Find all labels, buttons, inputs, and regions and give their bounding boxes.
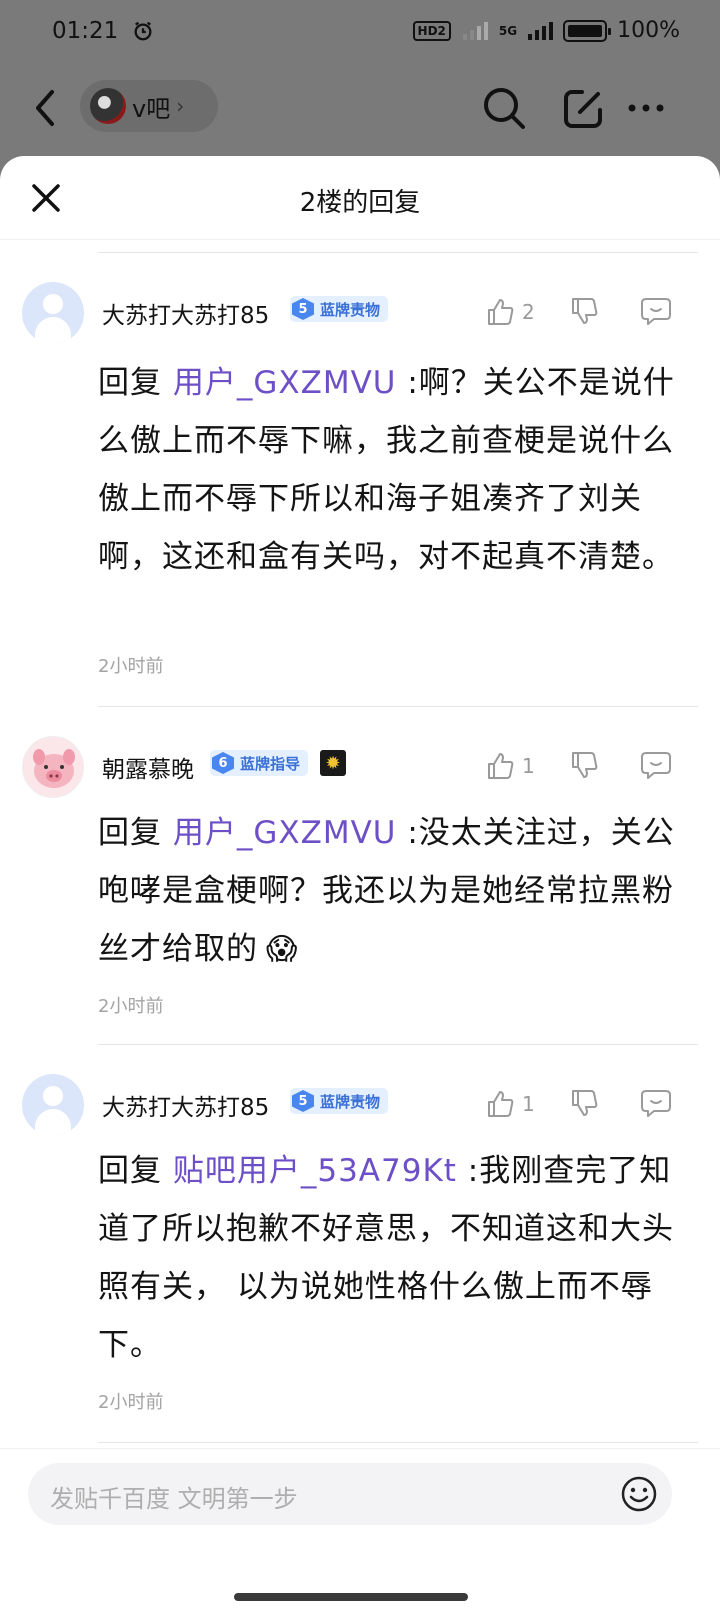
mention-link[interactable]: 用户_GXZMVU (173, 815, 397, 851)
divider (98, 1442, 698, 1443)
timestamp: 2小时前 (98, 996, 164, 1017)
divider (98, 1044, 698, 1045)
sheet-header: 2楼的回复 (0, 156, 720, 240)
chevron-right-icon: › (176, 94, 185, 118)
composer-bar: 发贴千百度 文明第一步 (0, 1448, 720, 1612)
signal-5g-icon (528, 21, 554, 40)
replies-sheet: 2楼的回复 大苏打大苏打85 5 蓝牌责物 2 回复 用户_GXZMVU :啊？… (0, 156, 720, 1612)
reply-input[interactable]: 发贴千百度 文明第一步 (28, 1463, 672, 1525)
like-count: 2 (522, 300, 535, 324)
forum-avatar (90, 88, 126, 124)
level-badge: 6 蓝牌指导 (210, 750, 309, 776)
avatar[interactable] (22, 1074, 84, 1136)
alarm-icon (134, 21, 152, 41)
forum-chip[interactable]: v吧 › (80, 80, 218, 132)
reply-content: 回复 用户_GXZMVU :啊？关公不是说什么傲上而不辱下嘛，我之前查梗是说什么… (98, 354, 688, 642)
edit-icon[interactable] (560, 84, 608, 132)
mention-link[interactable]: 用户_GXZMVU (173, 365, 397, 401)
network-label: 5G (498, 23, 518, 38)
signal-icon (462, 21, 488, 40)
sheet-title: 2楼的回复 (299, 188, 421, 218)
timestamp: 2小时前 (98, 656, 164, 677)
reply-prefix: 回复 (98, 1153, 173, 1189)
medal-icon: ✹ (320, 750, 346, 776)
reply-prefix: 回复 (98, 815, 173, 851)
badge-level: 5 (292, 1090, 314, 1112)
reply-content: 回复 贴吧用户_53A79Kt :我刚查完了知道了所以抱歉不好意思，不知道这和大… (98, 1142, 688, 1374)
thumb-down-icon[interactable] (570, 296, 600, 326)
badge-label: 蓝牌指导 (240, 754, 301, 773)
battery-percent: 100% (617, 18, 680, 43)
search-icon[interactable] (480, 84, 528, 132)
like-count: 1 (522, 1092, 535, 1116)
pig-avatar-icon (33, 749, 75, 788)
mention-link[interactable]: 贴吧用户_53A79Kt (173, 1153, 457, 1189)
scared-emoji-icon: 😱 (266, 932, 299, 967)
timestamp: 2小时前 (98, 1392, 164, 1413)
like-button[interactable]: 1 (486, 746, 535, 786)
status-time: 01:21 (52, 18, 119, 44)
forum-name: v吧 (132, 94, 171, 123)
reply-content: 回复 用户_GXZMVU :没太关注过，关公咆哮是盒梗啊？我还以为是她经常拉黑粉… (98, 804, 688, 978)
badge-label: 蓝牌责物 (320, 1092, 381, 1111)
comment-icon[interactable] (640, 1088, 672, 1118)
like-count: 1 (522, 754, 535, 778)
hd-badge: HD2 (412, 20, 451, 41)
divider (98, 706, 698, 707)
username[interactable]: 大苏打大苏打85 (102, 296, 269, 330)
home-indicator (234, 1593, 468, 1601)
like-button[interactable]: 2 (486, 292, 535, 332)
battery-icon (563, 19, 612, 42)
thumb-up-icon (488, 1091, 514, 1117)
thumb-up-icon (488, 753, 514, 779)
thumb-up-icon (488, 299, 514, 325)
top-nav: v吧 › (0, 66, 720, 156)
thumb-down-icon[interactable] (570, 1088, 600, 1118)
divider (98, 252, 698, 253)
emoji-icon[interactable] (620, 1475, 658, 1513)
more-icon[interactable] (622, 84, 670, 132)
badge-level: 6 (212, 752, 234, 774)
thumb-down-icon[interactable] (570, 750, 600, 780)
like-button[interactable]: 1 (486, 1084, 535, 1124)
back-arrow-icon[interactable] (26, 84, 66, 132)
username[interactable]: 朝露慕晚 (102, 750, 194, 784)
status-indicators: HD2 5G 100% (412, 18, 680, 43)
avatar[interactable] (22, 736, 84, 798)
reply-prefix: 回复 (98, 365, 173, 401)
badge-level: 5 (292, 298, 314, 320)
level-badge: 5 蓝牌责物 (290, 1088, 389, 1114)
level-badge: 5 蓝牌责物 (290, 296, 389, 322)
status-bar: 01:21 HD2 5G 100% (0, 0, 720, 66)
input-placeholder: 发贴千百度 文明第一步 (50, 1485, 298, 1513)
comment-icon[interactable] (640, 750, 672, 780)
badge-label: 蓝牌责物 (320, 300, 381, 319)
username[interactable]: 大苏打大苏打85 (102, 1088, 269, 1122)
avatar[interactable] (22, 282, 84, 344)
comment-icon[interactable] (640, 296, 672, 326)
